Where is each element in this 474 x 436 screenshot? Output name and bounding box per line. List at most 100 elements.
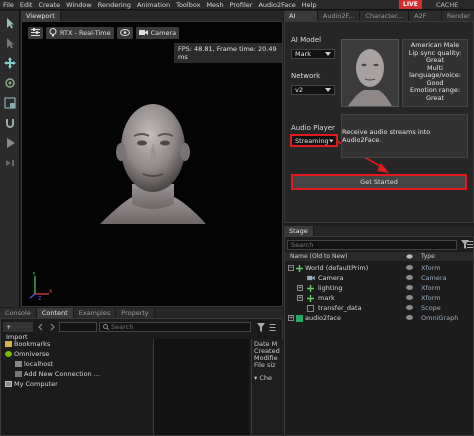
visibility-eye-icon[interactable] [406, 305, 413, 310]
menu-help[interactable]: Help [299, 0, 320, 10]
path-field[interactable] [59, 322, 97, 332]
chevron-down-icon [325, 52, 331, 56]
menu-file[interactable]: File [0, 0, 17, 10]
add-connection-icon [15, 371, 22, 377]
step-icon[interactable] [4, 157, 16, 169]
visibility-eye-icon[interactable] [406, 275, 413, 280]
xform-icon [307, 295, 314, 302]
content-search-input[interactable]: Search [99, 322, 251, 332]
head-model[interactable] [82, 92, 222, 232]
tab-examples[interactable]: Examples [73, 308, 117, 318]
stage-header: Name (Old to New) Type [285, 252, 473, 261]
options-menu-icon[interactable] [467, 240, 473, 248]
visibility-eye-icon[interactable] [406, 285, 413, 290]
snap-magnet-icon[interactable] [4, 117, 16, 129]
search-icon [103, 324, 110, 331]
stage-row[interactable]: transfer_data Scope [285, 303, 473, 313]
stage-row-type: Xform [421, 284, 441, 292]
stage-row[interactable]: + audio2face OmniGraph [285, 313, 473, 323]
model-info-line: Great [425, 93, 445, 102]
cache-label[interactable]: CACHE [436, 0, 458, 10]
network-dropdown[interactable]: v2 [291, 85, 335, 95]
tab-audio2face[interactable]: Audio2F... [317, 11, 361, 21]
ai-model-label: AI Model [291, 36, 322, 44]
stage-row-type: Xform [421, 294, 441, 302]
menu-mesh[interactable]: Mesh [203, 0, 226, 10]
visibility-button[interactable] [116, 26, 133, 39]
stage-row-name: audio2face [305, 314, 341, 322]
tab-property[interactable]: Property [116, 308, 155, 318]
model-dropdown[interactable]: Mark [291, 49, 335, 59]
tab-console[interactable]: Console [0, 308, 37, 318]
audio-player-value: Streaming [295, 136, 329, 145]
fps-readout: FPS: 48.81, Frame time: 20.49 ms [174, 43, 282, 63]
column-name-header[interactable]: Name (Old to New) [290, 253, 347, 260]
live-button[interactable]: LIVE [399, 0, 422, 9]
stream-message-box: Receive audio streams into Audio2Face. [341, 114, 468, 158]
stage-tabbar: Stage [284, 226, 474, 236]
eye-icon [406, 254, 413, 259]
viewport-settings-button[interactable] [28, 26, 43, 39]
stage-row[interactable]: − World (defaultPrim) Xform [285, 263, 473, 273]
stage-row[interactable]: + mark Xform [285, 293, 473, 303]
stage-row[interactable]: Camera Camera [285, 273, 473, 283]
stage-row-type: Camera [421, 274, 447, 282]
stage-row-name: lighting [318, 284, 343, 292]
tree-item-bookmarks[interactable]: Bookmarks [5, 339, 50, 349]
menu-window[interactable]: Window [63, 0, 95, 10]
tab-a2f-data[interactable]: A2F Data... [409, 11, 442, 30]
xform-icon [296, 265, 303, 272]
visibility-eye-icon[interactable] [406, 265, 413, 270]
audio-player-dropdown[interactable]: Streaming [290, 134, 338, 147]
settings-sliders-icon [31, 28, 40, 36]
visibility-eye-icon[interactable] [406, 295, 413, 300]
import-button[interactable]: + Import [3, 322, 33, 341]
stage-row-type: Scope [421, 304, 441, 312]
viewport[interactable]: RTX - Real-Time Camera FPS: 48.81, Frame… [21, 21, 283, 307]
expand-icon[interactable]: + [297, 285, 303, 291]
tab-content[interactable]: Content [36, 308, 74, 318]
stage-row-name: Camera [318, 274, 344, 282]
tree-item-add-connection[interactable]: Add New Connection ... [15, 369, 100, 379]
tree-item-my-computer[interactable]: My Computer [5, 379, 58, 389]
tree-item-omniverse[interactable]: Omniverse [5, 349, 49, 359]
options-menu-icon[interactable] [269, 323, 276, 331]
tab-viewport[interactable]: Viewport [21, 11, 61, 21]
get-started-button[interactable]: Get Started [291, 174, 467, 190]
render-mode-button[interactable]: RTX - Real-Time [46, 26, 114, 39]
menu-audio2face[interactable]: Audio2Face [255, 0, 298, 10]
stage-row[interactable]: + lighting Xform [285, 283, 473, 293]
visibility-eye-icon[interactable] [406, 315, 413, 320]
tab-stage[interactable]: Stage [284, 226, 314, 236]
checkpoints-section[interactable]: ▾ Che [254, 375, 281, 382]
back-arrow-icon[interactable] [37, 323, 45, 331]
menu-rendering[interactable]: Rendering [95, 0, 134, 10]
file-list-area[interactable] [153, 339, 249, 435]
menu-create[interactable]: Create [35, 0, 63, 10]
menu-profiler[interactable]: Profiler [227, 0, 256, 10]
tab-render-settings[interactable]: Render S... [441, 11, 474, 30]
camera-button[interactable]: Camera [135, 26, 180, 39]
tree-item-localhost[interactable]: localhost [15, 359, 53, 369]
stage-search-input[interactable]: Search [287, 240, 457, 250]
network-label: Network [291, 72, 321, 80]
stage-row-type: Xform [421, 264, 441, 272]
select-arrow-icon[interactable] [4, 17, 16, 29]
select-arrow-alt-icon[interactable] [4, 37, 16, 49]
collapse-icon[interactable]: − [288, 265, 294, 271]
tab-ai-models[interactable]: AI Models [284, 11, 318, 30]
scale-tool-icon[interactable] [4, 97, 16, 109]
expand-icon[interactable]: + [297, 295, 303, 301]
rotate-tool-icon[interactable] [4, 77, 16, 89]
forward-arrow-icon[interactable] [48, 323, 56, 331]
menu-toolbox[interactable]: Toolbox [173, 0, 203, 10]
play-icon[interactable] [4, 137, 16, 149]
filter-icon[interactable] [257, 323, 265, 332]
tree-item-label: Bookmarks [14, 340, 51, 348]
expand-icon[interactable]: + [288, 315, 294, 321]
tab-character[interactable]: Character... [360, 11, 410, 21]
column-type-header[interactable]: Type [421, 253, 435, 260]
menu-edit[interactable]: Edit [17, 0, 36, 10]
menu-animation[interactable]: Animation [134, 0, 173, 10]
move-tool-icon[interactable] [4, 57, 16, 69]
